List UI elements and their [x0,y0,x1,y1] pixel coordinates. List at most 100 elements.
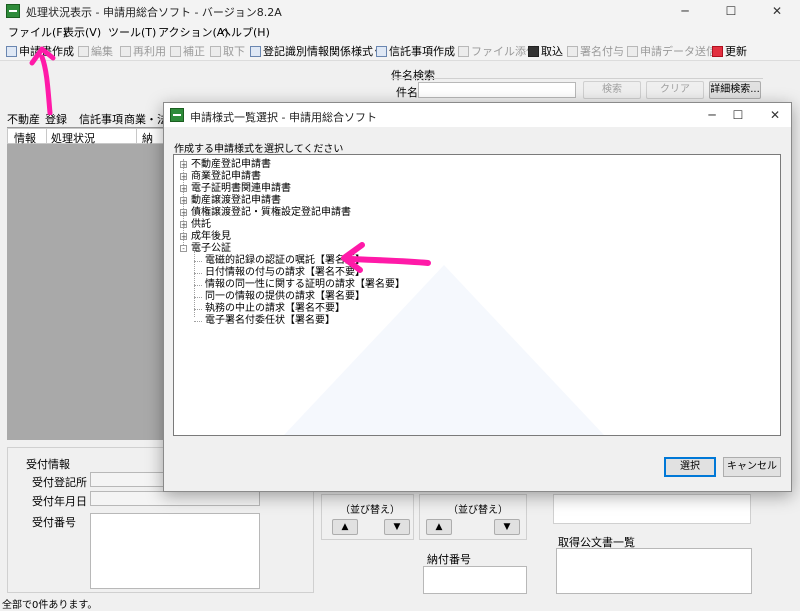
reception-title: 受付情報 [26,458,70,471]
subject-label: 件名 [396,86,418,99]
select-button[interactable]: 選択 [664,457,716,477]
menu-file[interactable]: ファイル(F) [8,24,67,40]
withdraw-icon [210,45,221,57]
menu-view[interactable]: 表示(V) [63,24,101,40]
search-group-label: 件名検索 [391,69,435,82]
annotation-arrow-up [29,46,56,115]
tree-node[interactable]: 電子証明書関連申請書 [191,183,291,195]
send-button[interactable]: 申請データ送信 [627,43,717,59]
reception-number-label: 受付番号 [32,516,76,529]
tree-node[interactable]: 動産譲渡登記申請書 [191,195,281,207]
trust-label: 信託事項作成 [389,45,455,58]
documents-list[interactable] [556,548,752,594]
cancel-button[interactable]: キャンセル [723,457,781,477]
minimize-button[interactable]: ─ [662,0,708,22]
tree-node[interactable]: 供託 [191,219,211,231]
menu-bar: ファイル(F) 表示(V) ツール(T) アクション(A) ヘルプ(H) [0,22,800,41]
document-icon [6,45,17,57]
menu-tools[interactable]: ツール(T) [108,24,156,40]
tree-node[interactable]: 商業登記申請書 [191,171,261,183]
dialog-close-button[interactable]: ✕ [752,103,798,127]
sort-label-1: （並び替え） [340,505,400,516]
maximize-button[interactable]: ☐ [708,0,754,22]
registry-forms-button[interactable]: 登記識別情報関係様式▾ [250,43,379,59]
list-header: 情報 処理状況 納付 [7,128,164,161]
payment-number-label: 納付番号 [427,553,471,566]
tab-trust[interactable]: 信託事項 [79,111,123,127]
withdraw-label: 取下 [223,45,245,58]
sign-button[interactable]: 署名付与 [567,43,624,59]
tree-expander[interactable]: + [180,209,187,217]
reuse-icon [120,45,131,57]
tree-expander[interactable]: + [180,161,187,169]
amend-icon [170,45,181,57]
registry-forms-label: 登記識別情報関係様式 [263,45,373,58]
trust-icon [376,45,387,57]
fetch-label: 取込 [541,45,563,58]
sort-down-button-2[interactable]: ▼ [494,519,520,535]
tree-node[interactable]: 債権譲渡登記・質権設定登記申請書 [191,207,351,219]
background-watermark [284,265,604,435]
tree-expander[interactable]: + [180,185,187,193]
form-tree[interactable]: + 不動産登記申請書 + 商業登記申請書 + 電子証明書関連申請書 + 動産譲渡登記申請書 + 債… [173,154,781,436]
reuse-button[interactable]: 再利用 [120,43,166,59]
reception-date-field [90,491,260,506]
tree-expander[interactable]: + [180,221,187,229]
dialog-app-icon [170,108,184,122]
payment-number-field [423,566,527,594]
dialog-title-bar: 申請様式一覧選択 - 申請用総合ソフト ─ ☐ ✕ [164,103,791,127]
sign-label: 署名付与 [580,45,624,58]
tree-expander[interactable]: + [180,197,187,205]
annotation-arrow-left [341,242,431,273]
fetch-button[interactable]: 取込 [528,43,563,59]
title-bar: 処理状況表示 - 申請用総合ソフト - バージョン8.2A ─ ☐ ✕ [0,0,800,22]
tree-node[interactable]: 不動産登記申請書 [191,159,271,171]
menu-action[interactable]: アクション(A) [158,24,229,40]
tree-expander[interactable]: - [180,245,187,253]
dialog-title: 申請様式一覧選択 - 申請用総合ソフト [190,111,377,124]
attach-icon [458,45,469,57]
subject-search-group: 件名検索 件名 検索 クリア 詳細検索... [388,64,763,102]
window-title: 処理状況表示 - 申請用総合ソフト - バージョン8.2A [26,6,282,19]
sort-up-button-1[interactable]: ▲ [332,519,358,535]
application-list[interactable] [7,144,164,440]
menu-help[interactable]: ヘルプ(H) [220,24,270,40]
subject-input[interactable] [418,82,576,98]
tree-expander[interactable]: + [180,173,187,181]
refresh-button[interactable]: 更新 [712,43,747,59]
tree-node[interactable]: 電子公証 [191,243,231,255]
trust-button[interactable]: 信託事項作成 [376,43,455,59]
sort-down-button-1[interactable]: ▼ [384,519,410,535]
detail-search-button[interactable]: 詳細検索... [709,81,761,99]
reception-date-label: 受付年月日 [32,495,87,508]
send-label: 申請データ送信 [640,45,717,58]
dialog-instruction: 作成する申請様式を選択してください [174,144,344,155]
reuse-label: 再利用 [133,45,166,58]
status-bar: 全部で0件あります。 [0,596,800,611]
clear-button[interactable]: クリア [646,81,704,99]
sort-up-button-2[interactable]: ▲ [426,519,452,535]
sign-icon [567,45,578,57]
forms-icon [250,45,261,57]
refresh-label: 更新 [725,45,747,58]
reception-office-label: 受付登記所 [32,476,87,489]
edit-button[interactable]: 編集 [78,43,113,59]
edit-label: 編集 [91,45,113,58]
refresh-icon [712,45,723,57]
search-button[interactable]: 検索 [583,81,641,99]
app-icon [6,4,20,18]
tree-expander[interactable]: + [180,233,187,241]
withdraw-button[interactable]: 取下 [210,43,245,59]
send-icon [627,45,638,57]
reception-number-field [90,513,260,589]
sort-panel-2: （並び替え） ▲ ▼ [419,494,527,540]
fetch-icon [528,45,539,57]
sort-panel-1: （並び替え） ▲ ▼ [321,494,414,540]
tree-node[interactable]: 成年後見 [191,231,231,243]
right-panel-box [553,494,751,524]
amend-button[interactable]: 補正 [170,43,205,59]
close-button[interactable]: ✕ [754,0,800,22]
edit-icon [78,45,89,57]
toolbar: 申請書作成 編集 再利用 補正 取下 登記識別情報関係様式▾ 信託事項作成 ファ… [0,41,800,61]
attach-button[interactable]: ファイル添付 [458,43,537,59]
